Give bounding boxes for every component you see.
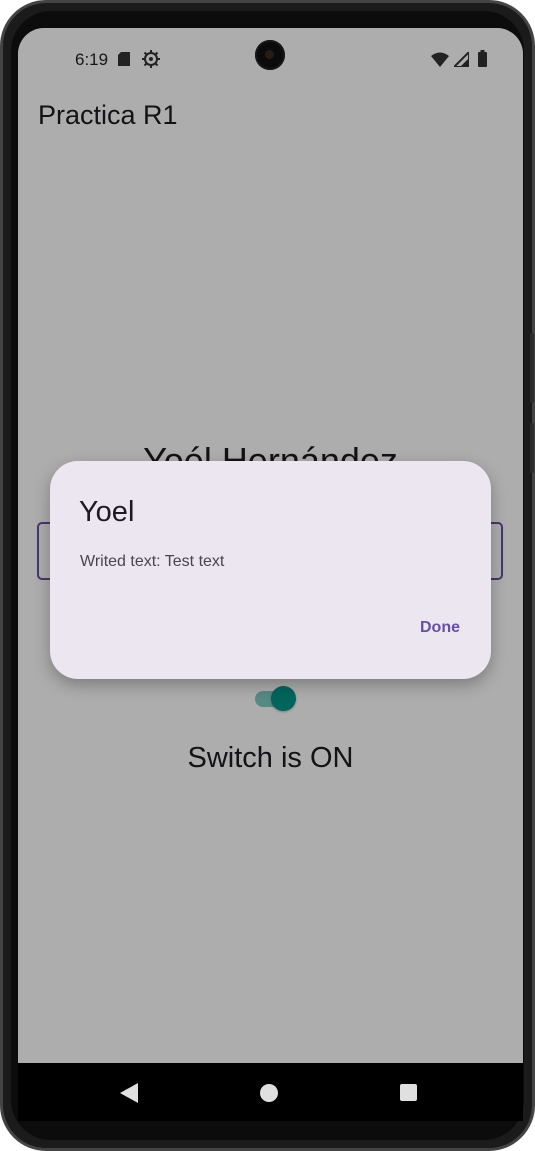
device-frame: 6:19 Practica R1 Switch is ON Yoel Write… (0, 0, 535, 1151)
dialog-message: Writed text: Test text (80, 553, 225, 570)
volume-button (530, 333, 534, 403)
navigation-bar (18, 1063, 523, 1121)
done-button[interactable]: Done (416, 617, 464, 639)
recents-icon[interactable] (400, 1084, 417, 1101)
power-button (530, 423, 534, 473)
screen: 6:19 Practica R1 Switch is ON Yoel Write… (18, 28, 523, 1121)
alert-dialog: Yoel Writed text: Test text Done (50, 461, 491, 679)
dialog-title: Yoel (79, 496, 135, 528)
back-icon[interactable] (120, 1083, 138, 1103)
home-icon[interactable] (260, 1084, 278, 1102)
